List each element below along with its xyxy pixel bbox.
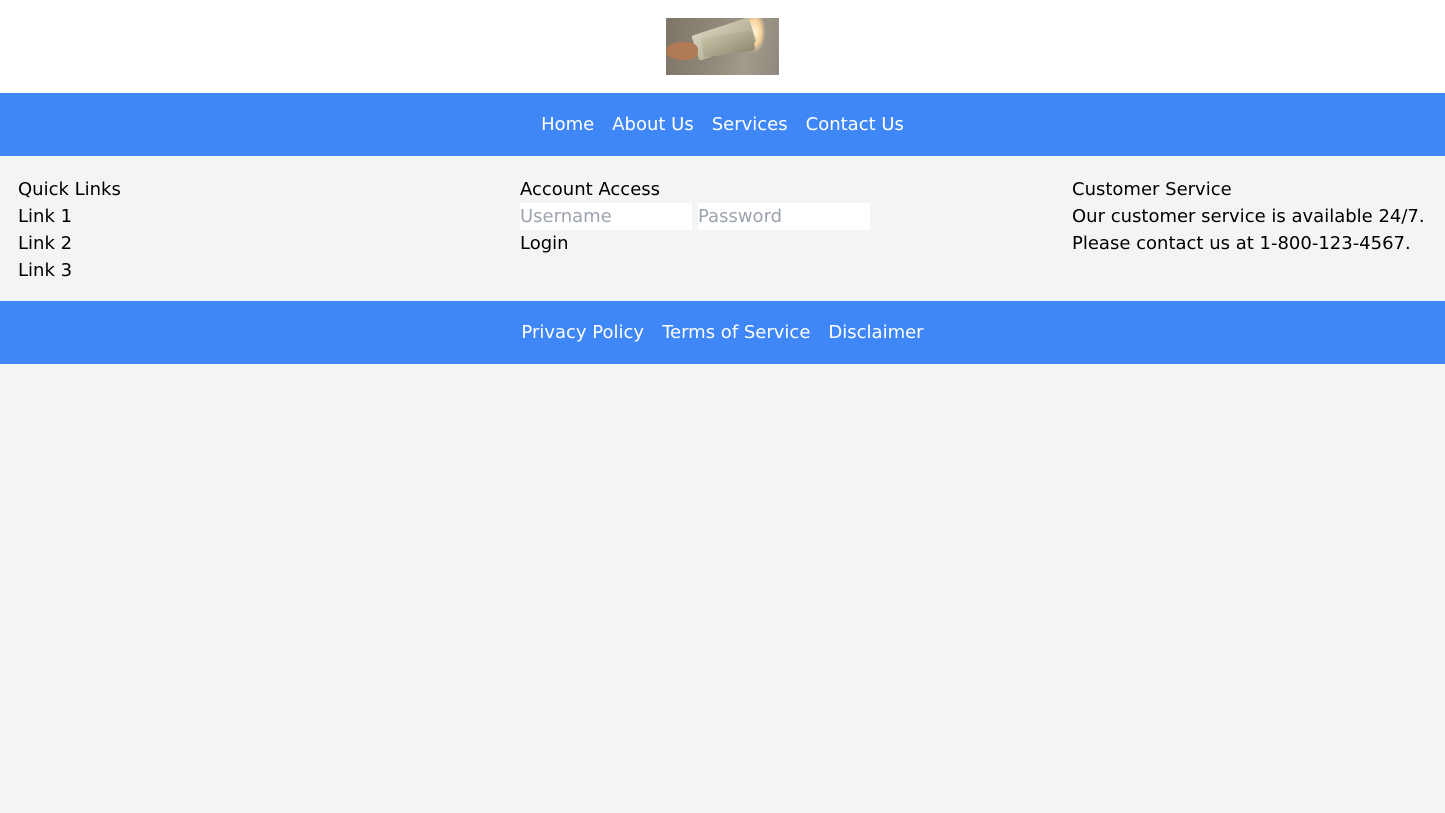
login-form — [520, 203, 870, 230]
customer-service-section: Customer Service Our customer service is… — [1072, 176, 1427, 291]
quick-link-2[interactable]: Link 2 — [18, 230, 318, 257]
account-access-section: Account Access Login — [520, 176, 870, 291]
money-hand-logo[interactable] — [666, 18, 779, 75]
username-input[interactable] — [520, 203, 692, 230]
site-footer: Privacy Policy Terms of Service Disclaim… — [0, 301, 1445, 364]
nav-services[interactable]: Services — [712, 114, 788, 135]
nav-contact-us[interactable]: Contact Us — [806, 114, 904, 135]
main-content: Quick Links Link 1 Link 2 Link 3 Account… — [0, 156, 1445, 301]
quick-links-section: Quick Links Link 1 Link 2 Link 3 — [18, 176, 318, 291]
site-header — [0, 0, 1445, 93]
footer-privacy-policy[interactable]: Privacy Policy — [521, 322, 644, 343]
quick-link-3[interactable]: Link 3 — [18, 257, 318, 284]
main-nav: Home About Us Services Contact Us — [0, 93, 1445, 156]
nav-about-us[interactable]: About Us — [612, 114, 694, 135]
logo-hand — [666, 42, 698, 60]
nav-home[interactable]: Home — [541, 114, 594, 135]
account-access-title: Account Access — [520, 179, 661, 200]
password-input[interactable] — [698, 203, 870, 230]
customer-service-title: Customer Service — [1072, 179, 1232, 200]
customer-service-contact: Please contact us at 1-800-123-4567. — [1072, 233, 1411, 254]
footer-disclaimer[interactable]: Disclaimer — [828, 322, 923, 343]
footer-terms-of-service[interactable]: Terms of Service — [662, 322, 810, 343]
quick-links-title: Quick Links — [18, 179, 121, 200]
login-button[interactable]: Login — [520, 230, 569, 257]
quick-link-1[interactable]: Link 1 — [18, 203, 318, 230]
customer-service-availability: Our customer service is available 24/7. — [1072, 206, 1425, 227]
